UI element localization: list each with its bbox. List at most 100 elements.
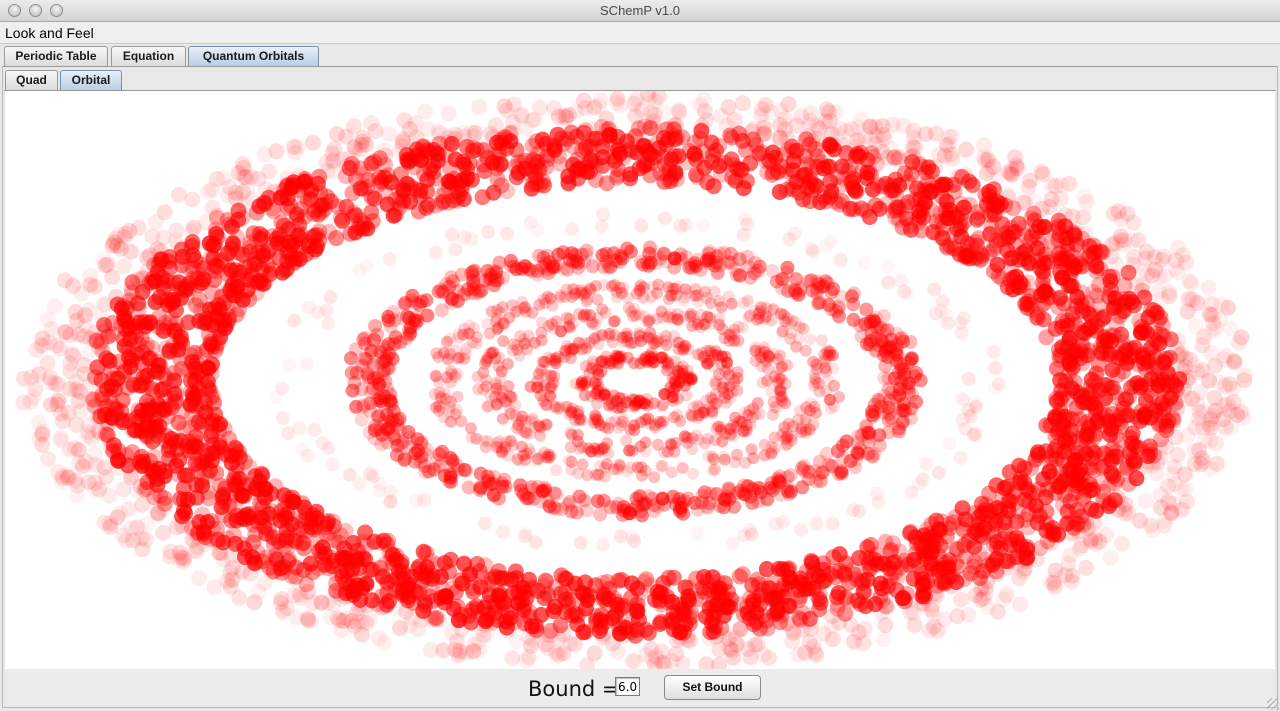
orbital-point (663, 169, 679, 186)
orbital-point (774, 307, 787, 320)
orbital-point (403, 325, 418, 340)
orbital-point (315, 436, 330, 451)
orbital-point (694, 579, 711, 596)
orbital-point (565, 290, 578, 303)
orbital-point (825, 516, 840, 531)
tab-quantum-orbitals[interactable]: Quantum Orbitals (188, 46, 319, 66)
orbital-point (321, 524, 338, 541)
orbital-point (1113, 535, 1130, 552)
orbital-point (658, 136, 674, 152)
orbital-point (228, 441, 245, 458)
orbital-point (531, 381, 544, 394)
orbital-point (275, 411, 290, 426)
orbital-point (741, 294, 754, 307)
orbital-point (827, 349, 840, 362)
orbital-point (681, 364, 694, 377)
orbital-point (904, 401, 919, 416)
orbital-point (1223, 419, 1240, 436)
orbital-point (705, 318, 718, 331)
orbital-point (204, 338, 221, 355)
orbital-point (576, 379, 589, 392)
orbital-point (232, 471, 249, 488)
orbital-point (598, 175, 615, 192)
orbital-point (1078, 559, 1095, 576)
orbital-point (307, 422, 322, 437)
orbital-point (799, 344, 812, 357)
orbital-point (535, 334, 548, 347)
orbital-point (772, 362, 785, 375)
orbital-point (627, 533, 641, 548)
orbital-point (441, 371, 453, 384)
orbital-point (1167, 429, 1184, 446)
orbital-point (595, 443, 608, 456)
orbital-point (943, 578, 960, 595)
orbital-point (101, 487, 118, 504)
orbital-point (827, 362, 840, 375)
orbital-point (723, 151, 740, 168)
orbital-point (788, 285, 803, 300)
orbital-point (409, 310, 423, 325)
orbital-point (575, 414, 588, 427)
orbital-point (546, 141, 563, 158)
orbital-canvas[interactable] (5, 91, 1275, 669)
orbital-point (1095, 498, 1111, 515)
orbital-point (578, 587, 595, 604)
orbital-point (470, 337, 483, 350)
orbital-point (520, 447, 533, 460)
orbital-point (435, 642, 452, 659)
orbital-point (762, 587, 779, 604)
orbital-point (634, 416, 647, 429)
orbital-point (623, 244, 638, 259)
orbital-point (753, 144, 770, 161)
orbital-point (296, 499, 313, 516)
orbital-point (1138, 458, 1155, 475)
tab-periodic-table[interactable]: Periodic Table (4, 46, 108, 66)
orbital-point (831, 308, 846, 323)
orbital-point (812, 594, 829, 611)
orbital-point (614, 600, 631, 617)
orbital-point (409, 296, 424, 311)
orbital-point (936, 147, 953, 164)
orbital-point (653, 614, 670, 631)
orbital-point (686, 320, 699, 332)
menu-look-and-feel[interactable]: Look and Feel (5, 25, 94, 41)
orbital-point (695, 91, 712, 108)
orbital-point (148, 213, 164, 230)
orbital-point (180, 314, 197, 331)
orbital-point (903, 335, 918, 349)
tab-equation[interactable]: Equation (111, 46, 186, 66)
orbital-point (365, 381, 380, 396)
orbital-point (564, 426, 577, 439)
orbital-point (1181, 272, 1198, 289)
orbital-point (776, 577, 792, 594)
orbital-point (172, 490, 189, 507)
orbital-point (1173, 481, 1190, 498)
orbital-point (1154, 315, 1171, 332)
orbital-point (709, 388, 722, 401)
orbital-point (1142, 409, 1159, 426)
orbital-point (488, 391, 501, 403)
orbital-point (74, 458, 91, 475)
orbital-point (258, 525, 275, 542)
orbital-point (869, 320, 884, 334)
orbital-point (161, 450, 178, 467)
orbital-point (1152, 267, 1169, 284)
orbital-point (672, 501, 687, 516)
orbital-point (745, 495, 760, 510)
orbital-point (122, 331, 139, 348)
orbital-point (651, 587, 668, 603)
orbital-point (569, 254, 584, 269)
orbital-point (933, 303, 948, 318)
orbital-point (392, 620, 408, 636)
orbital-point (359, 597, 375, 613)
orbital-point (913, 537, 930, 554)
orbital-point (1097, 390, 1114, 407)
tab-quad[interactable]: Quad (5, 70, 58, 90)
orbital-point (487, 346, 500, 359)
orbital-point (680, 591, 697, 608)
orbital-point (881, 275, 896, 290)
orbital-point (1135, 276, 1152, 293)
orbital-point (702, 496, 717, 511)
orbital-point (308, 510, 325, 527)
tab-orbital[interactable]: Orbital (60, 70, 122, 90)
